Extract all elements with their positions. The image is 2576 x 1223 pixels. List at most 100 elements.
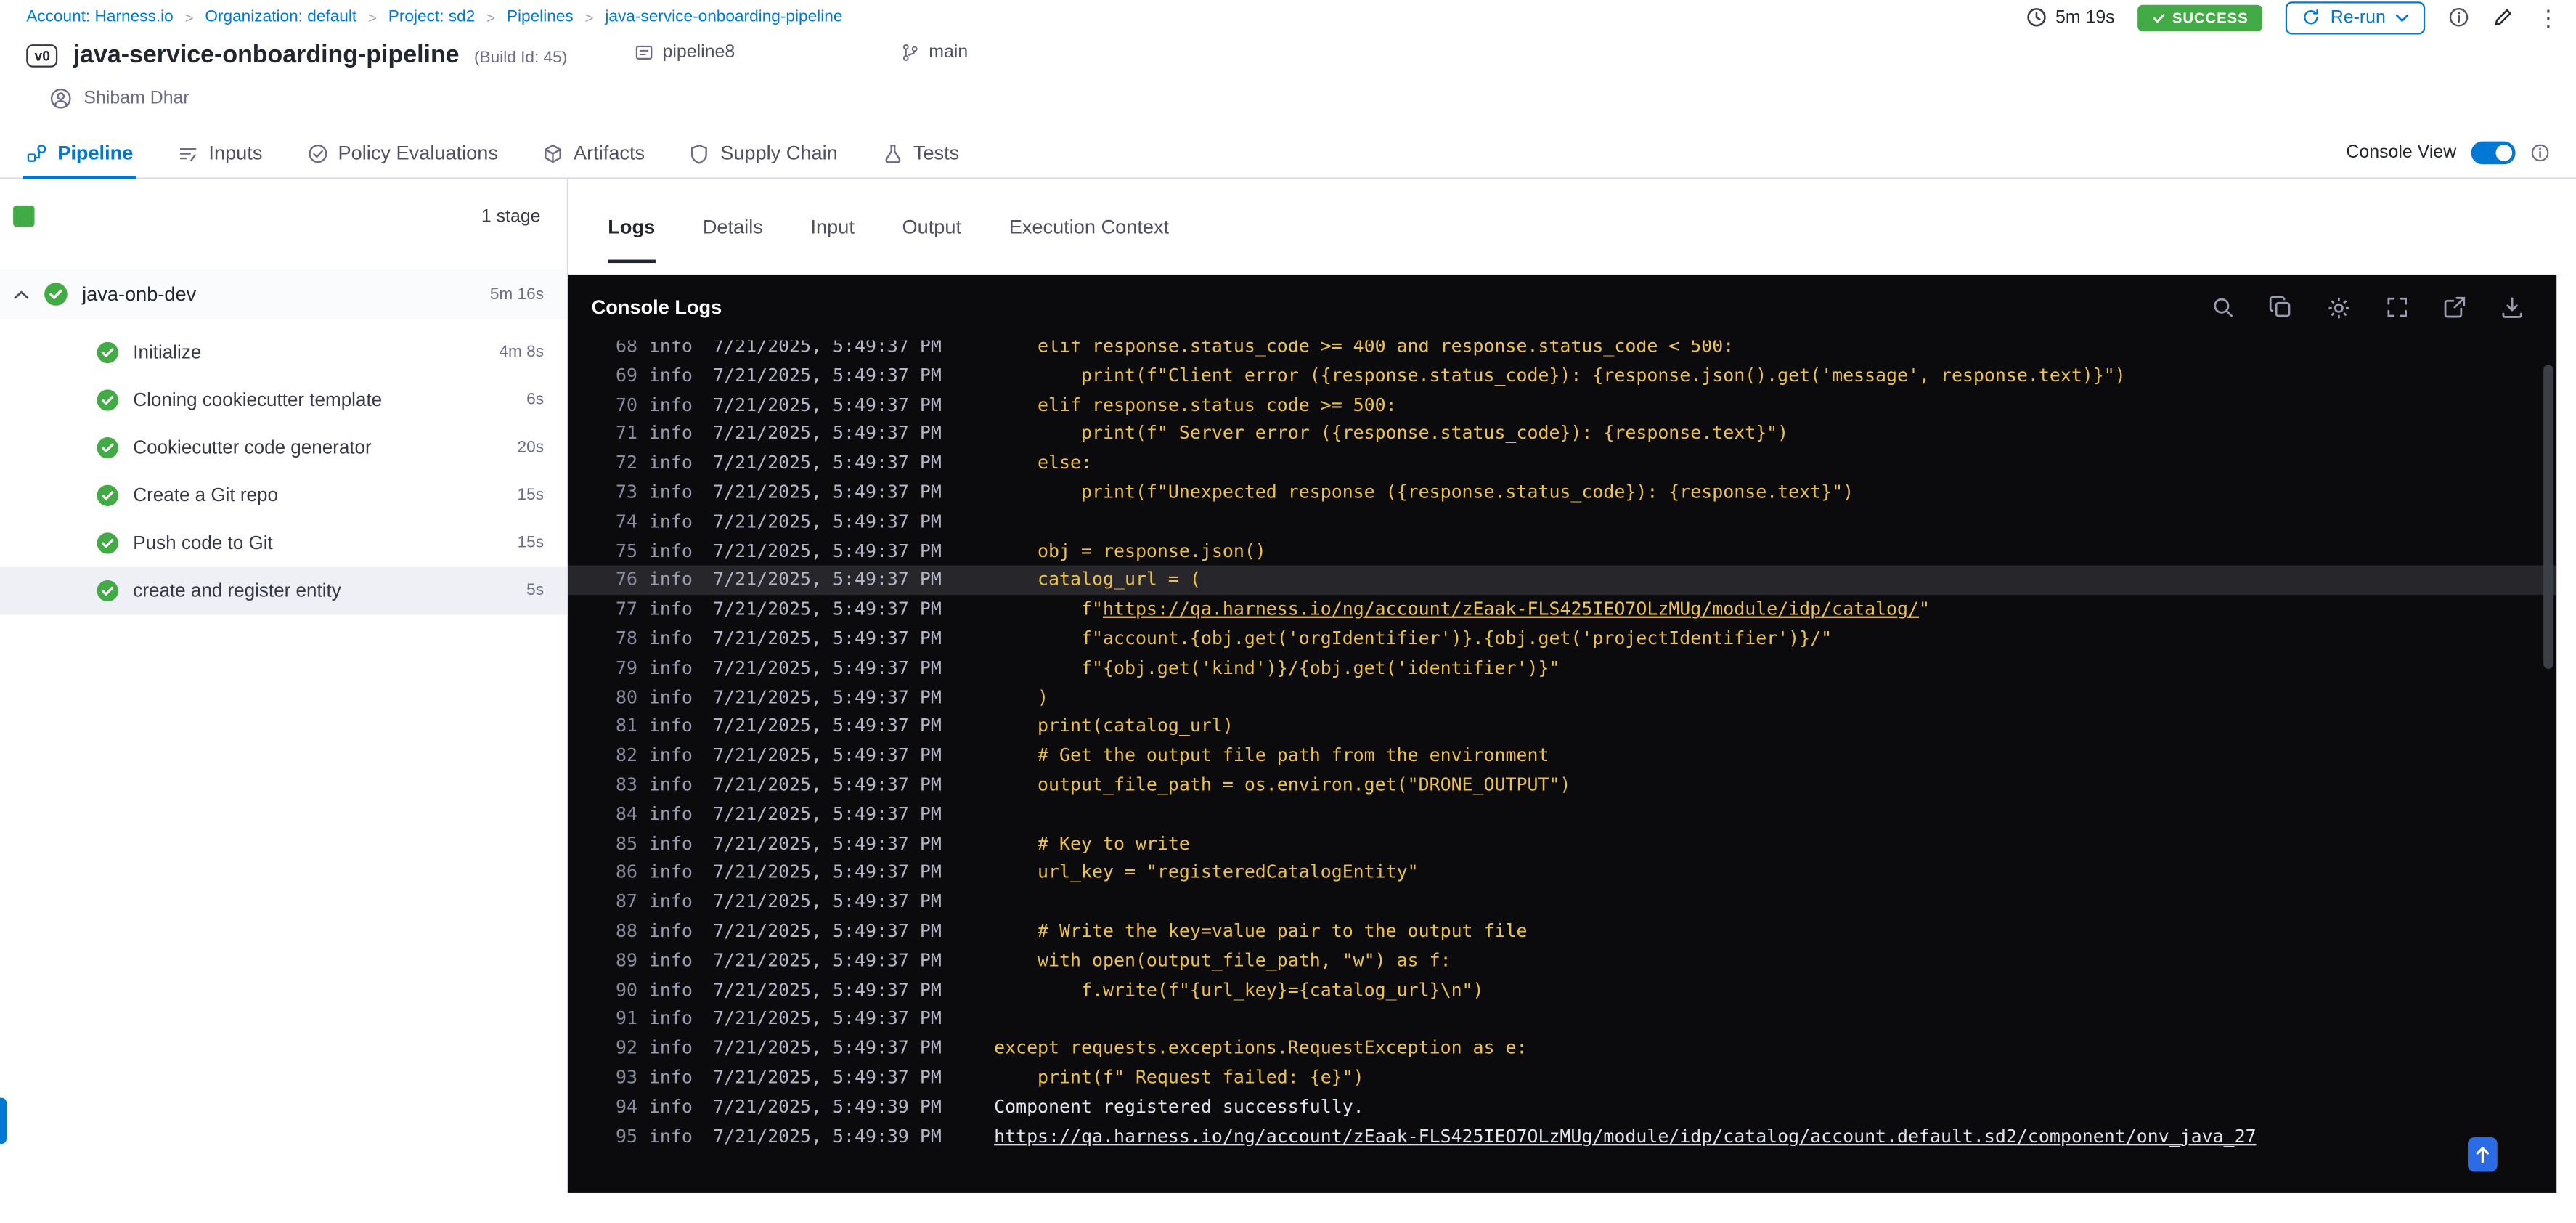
artifacts-box-icon: [542, 142, 563, 163]
flask-icon: [882, 142, 903, 163]
log-timestamp: 7/21/2025, 5:49:37 PM: [713, 511, 942, 532]
log-line: 70 info 7/21/2025, 5:49:37 PM elif respons…: [568, 391, 2556, 420]
step-item[interactable]: Cloning cookiecutter template 6s: [0, 376, 567, 424]
breadcrumb-organization[interactable]: Organization: default: [205, 8, 356, 26]
tab-artifacts[interactable]: Artifacts: [542, 129, 645, 178]
detail-tab-input[interactable]: Input: [810, 179, 854, 275]
drawer-handle[interactable]: [0, 1097, 7, 1145]
console-view-control: Console View: [2346, 141, 2550, 165]
tab-pipeline[interactable]: Pipeline: [23, 129, 136, 179]
chevron-up-icon[interactable]: [13, 288, 30, 300]
breadcrumb-separator: >: [584, 9, 594, 26]
log-line-number: 73: [616, 482, 638, 503]
console-log-viewport[interactable]: 68 info 7/21/2025, 5:49:37 PM elif respons…: [568, 340, 2557, 1192]
step-duration: 4m 8s: [499, 343, 545, 362]
log-text: url_key = "registeredCatalogEntity": [994, 861, 1419, 884]
detail-tab-execution-context[interactable]: Execution Context: [1009, 179, 1169, 275]
log-line: 81 info 7/21/2025, 5:49:37 PM print(catalo…: [568, 712, 2556, 741]
step-name: Initialize: [133, 342, 202, 362]
tab-label: Policy Evaluations: [338, 141, 498, 165]
log-text: catalog_url = (: [994, 569, 1201, 591]
tab-inputs[interactable]: Inputs: [177, 129, 262, 178]
log-line-number: 92: [616, 1037, 638, 1059]
rerun-label: Re-run: [2330, 7, 2386, 28]
log-level: info: [648, 1066, 693, 1088]
step-item[interactable]: Push code to Git 15s: [0, 519, 567, 567]
console-scrollbar-thumb[interactable]: [2543, 365, 2553, 670]
log-level: info: [648, 978, 693, 1001]
tab-label: Tests: [913, 141, 960, 165]
log-line-number: 77: [616, 598, 638, 620]
log-line: 88 info 7/21/2025, 5:49:37 PM # Write the …: [568, 917, 2556, 946]
page-title: java-service-onboarding-pipeline: [73, 41, 460, 70]
log-timestamp: 7/21/2025, 5:49:37 PM: [713, 744, 942, 766]
breadcrumb-separator: >: [486, 9, 496, 26]
step-item[interactable]: Create a Git repo 15s: [0, 471, 567, 519]
log-line-number: 89: [616, 949, 638, 971]
tab-tests[interactable]: Tests: [882, 129, 959, 178]
settings-gear-icon[interactable]: [2326, 295, 2351, 320]
download-icon[interactable]: [2500, 296, 2524, 319]
open-in-new-icon[interactable]: [2443, 296, 2466, 319]
detail-tab-output[interactable]: Output: [902, 179, 962, 275]
step-item[interactable]: Initialize 4m 8s: [0, 329, 567, 377]
user-name: Shibam Dhar: [83, 89, 189, 109]
app-window: Account: Harness.io > Organization: defau…: [0, 0, 2576, 1223]
scroll-to-top-button[interactable]: [2468, 1137, 2498, 1172]
copy-icon[interactable]: [2269, 296, 2292, 319]
console-toolbar: [2212, 295, 2524, 320]
step-list: Initialize 4m 8s Cloning cookiecutter temp…: [0, 329, 567, 615]
console-view-toggle[interactable]: [2471, 141, 2516, 165]
log-link[interactable]: https://qa.harness.io/ng/account/zEaak-F…: [994, 1122, 2256, 1151]
stage-group-header[interactable]: java-onb-dev 5m 16s: [0, 269, 567, 320]
fullscreen-icon[interactable]: [2386, 296, 2409, 319]
log-line-number: 70: [616, 394, 638, 415]
log-text: print(f" Request failed: {e}"): [994, 1066, 1364, 1088]
breadcrumb-account[interactable]: Account: Harness.io: [26, 8, 174, 26]
rerun-button[interactable]: Re-run: [2286, 1, 2426, 34]
step-item[interactable]: Cookiecutter code generator 20s: [0, 424, 567, 472]
stage-success-icon: [44, 283, 68, 306]
search-icon[interactable]: [2212, 296, 2235, 319]
detail-tab-logs[interactable]: Logs: [608, 179, 655, 275]
log-timestamp: 7/21/2025, 5:49:37 PM: [713, 452, 942, 474]
step-item[interactable]: create and register entity 5s: [0, 566, 567, 615]
log-link[interactable]: https://qa.harness.io/ng/account/zEaak-F…: [1103, 598, 1919, 619]
pipeline-ref-label: pipeline8: [662, 42, 735, 62]
log-timestamp: 7/21/2025, 5:49:37 PM: [713, 540, 942, 561]
log-line: 75 info 7/21/2025, 5:49:37 PM obj = respon…: [568, 537, 2556, 566]
tab-supply-chain[interactable]: Supply Chain: [689, 129, 838, 178]
tab-policy-evaluations[interactable]: Policy Evaluations: [307, 129, 498, 178]
detail-tab-details[interactable]: Details: [703, 179, 763, 275]
log-timestamp: 7/21/2025, 5:49:37 PM: [713, 773, 942, 796]
log-timestamp: 7/21/2025, 5:49:37 PM: [713, 920, 942, 942]
log-timestamp: 7/21/2025, 5:49:39 PM: [713, 1095, 942, 1118]
log-level: info: [648, 340, 693, 357]
log-timestamp: 7/21/2025, 5:49:37 PM: [713, 340, 942, 357]
pipeline-ref[interactable]: pipeline8: [635, 43, 735, 62]
console-header: Console Logs: [568, 275, 2556, 341]
step-duration: 15s: [517, 486, 545, 505]
log-level: info: [648, 569, 693, 591]
log-timestamp: 7/21/2025, 5:49:37 PM: [713, 949, 942, 971]
breadcrumb: Account: Harness.io > Organization: defau…: [26, 8, 842, 26]
info-icon[interactable]: [2448, 7, 2469, 28]
branch-ref[interactable]: main: [901, 43, 968, 62]
pipeline-card-icon: [635, 43, 654, 62]
log-line-number: 82: [616, 744, 638, 766]
edit-pencil-icon[interactable]: [2493, 7, 2514, 28]
log-level: info: [648, 1095, 693, 1118]
log-line-number: 68: [616, 340, 638, 357]
more-options-icon[interactable]: ⋮: [2537, 6, 2560, 29]
console-log-lines: 68 info 7/21/2025, 5:49:37 PM elif respons…: [568, 340, 2557, 1151]
step-duration: 20s: [517, 439, 545, 458]
breadcrumb-pipelines[interactable]: Pipelines: [507, 8, 574, 26]
breadcrumb-current-pipeline[interactable]: java-service-onboarding-pipeline: [605, 8, 842, 26]
step-name: Cookiecutter code generator: [133, 438, 372, 458]
console-view-info-icon[interactable]: [2530, 143, 2550, 163]
log-line-number: 95: [616, 1125, 638, 1147]
breadcrumb-project[interactable]: Project: sd2: [388, 8, 476, 26]
step-name: create and register entity: [133, 580, 341, 601]
log-line-number: 86: [616, 861, 638, 884]
log-line: 93 info 7/21/2025, 5:49:37 PM print(f" Req…: [568, 1063, 2556, 1092]
